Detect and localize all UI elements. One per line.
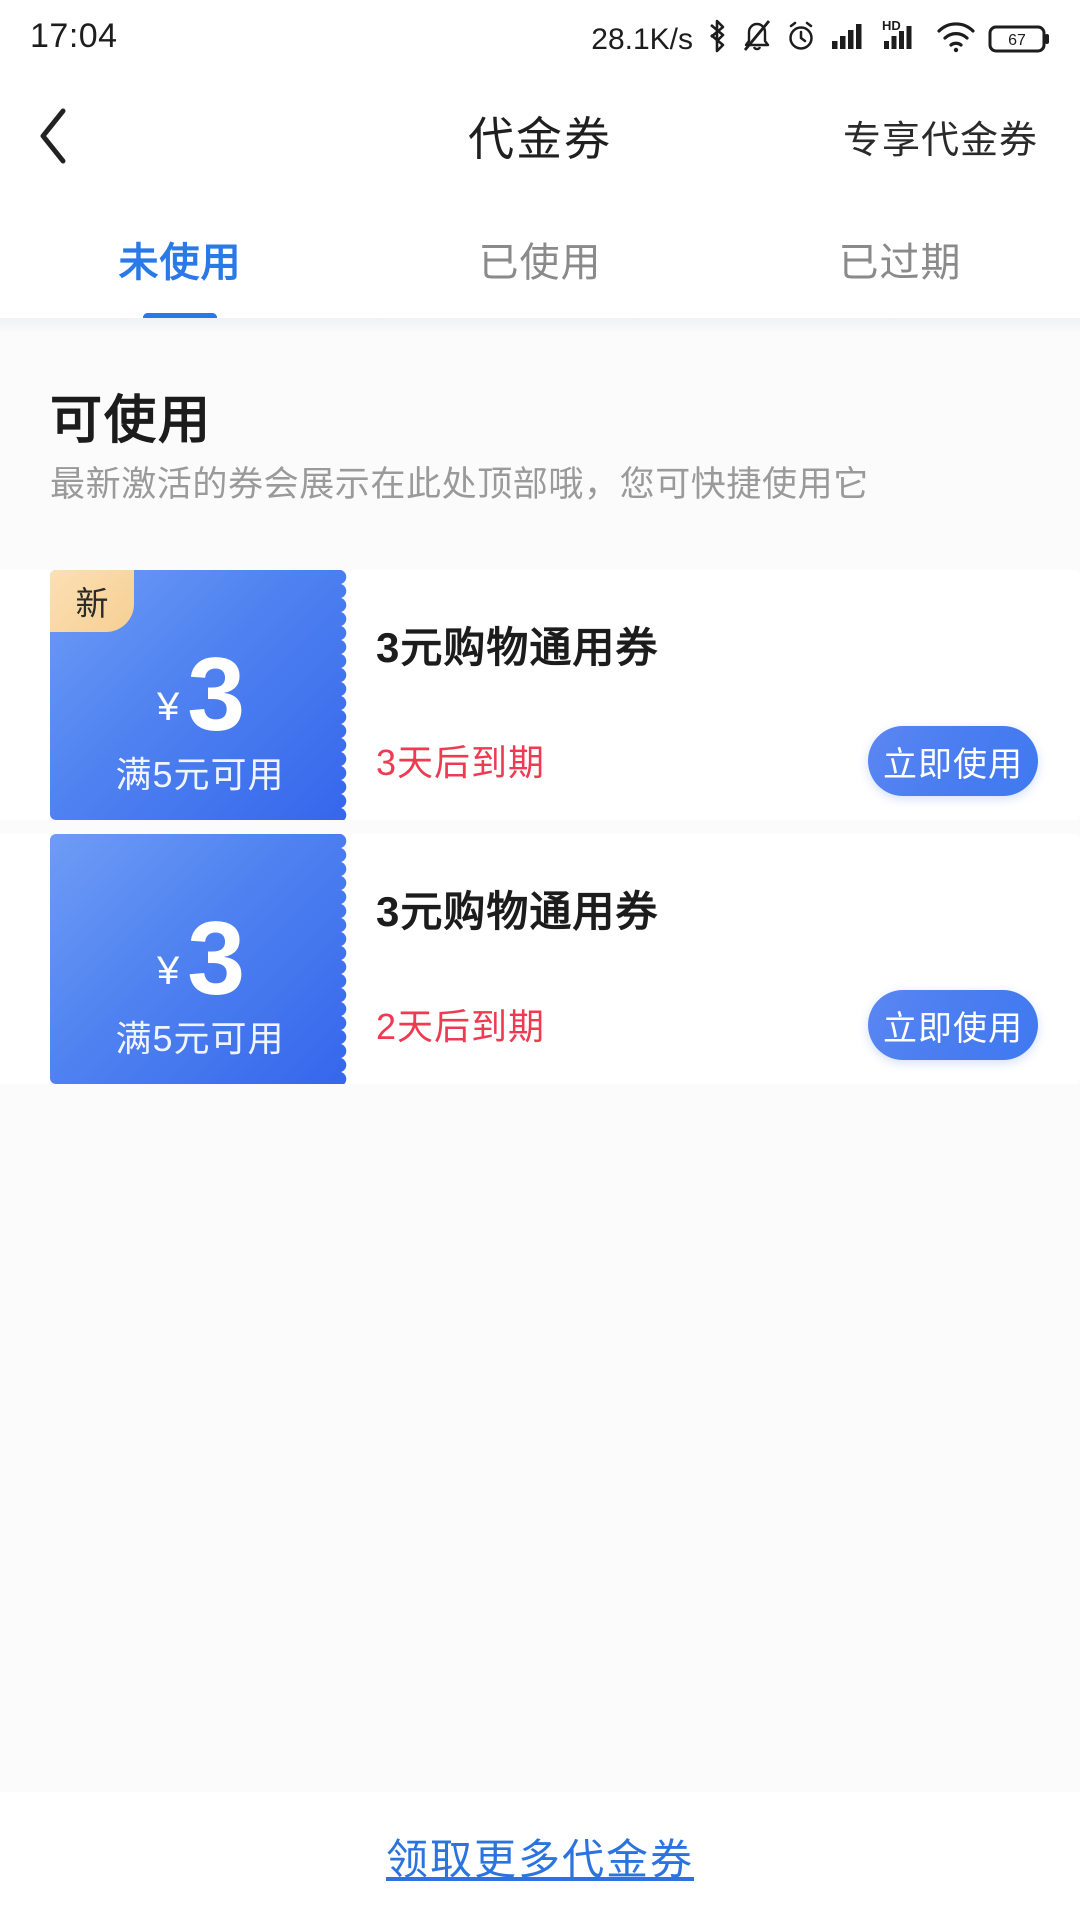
- tabs-divider: [0, 318, 1080, 332]
- currency-symbol: ¥: [156, 684, 180, 729]
- status-bar-clock: 17:04: [30, 16, 118, 55]
- svg-text:HD: HD: [882, 18, 901, 33]
- status-bar-icons: 28.1K/s HD 67: [591, 17, 1052, 55]
- coupon-stub: 新 ¥ 3 满5元可用: [50, 570, 351, 820]
- coupon-expiry: 2天后到期: [376, 1006, 546, 1047]
- coupon-stub: ¥ 3 满5元可用: [50, 834, 351, 1084]
- currency-symbol: ¥: [156, 948, 180, 993]
- battery-icon: 67: [988, 17, 1052, 55]
- get-more-coupons-link[interactable]: 领取更多代金券: [386, 1826, 694, 1887]
- use-now-button[interactable]: 立即使用: [868, 726, 1038, 796]
- coupon-amount: 3: [187, 901, 245, 1017]
- new-badge: 新: [50, 570, 134, 632]
- battery-level-label: 67: [1008, 32, 1026, 49]
- coupon-details: 3元购物通用券 3天后到期 立即使用: [350, 570, 1080, 820]
- tab-used[interactable]: 已使用: [360, 200, 720, 318]
- coupon-title: 3元购物通用券: [376, 624, 659, 671]
- coupon-list: 新 ¥ 3 满5元可用 3元购物通用券 3天后到期 立即使用 ¥ 3 满5元可用…: [0, 570, 1080, 1098]
- coupon-card[interactable]: ¥ 3 满5元可用 3元购物通用券 2天后到期 立即使用: [0, 834, 1080, 1084]
- coupon-title: 3元购物通用券: [376, 888, 659, 935]
- page-footer: 领取更多代金券: [0, 1792, 1080, 1920]
- tab-expired-label: 已过期: [838, 241, 962, 285]
- coupon-condition: 满5元可用: [115, 1018, 285, 1059]
- coupon-amount: 3: [187, 637, 245, 753]
- status-bar: 17:04 28.1K/s HD 67: [0, 0, 1080, 72]
- tab-unused-label: 未使用: [118, 241, 242, 285]
- coupon-condition: 满5元可用: [115, 754, 285, 795]
- page-header: 代金券 专享代金券: [0, 72, 1080, 200]
- tab-used-label: 已使用: [478, 241, 602, 285]
- coupon-details: 3元购物通用券 2天后到期 立即使用: [350, 834, 1080, 1084]
- coupon-page: 17:04 28.1K/s HD 67 代金券 专享代金券 未使用 已使用 已过…: [0, 0, 1080, 1920]
- network-speed-label: 28.1K/s: [591, 23, 693, 56]
- mute-icon: [741, 17, 773, 55]
- wifi-icon: [935, 17, 977, 55]
- hd-signal-icon: HD: [878, 17, 924, 55]
- coupon-content: 可使用 最新激活的券会展示在此处顶部哦，您可快捷使用它 新 ¥ 3 满5元可用 …: [0, 332, 1080, 1792]
- use-now-button[interactable]: 立即使用: [868, 990, 1038, 1060]
- coupon-expiry: 3天后到期: [376, 742, 546, 783]
- tab-expired[interactable]: 已过期: [720, 200, 1080, 318]
- section-description: 最新激活的券会展示在此处顶部哦，您可快捷使用它: [50, 465, 869, 504]
- section-title: 可使用: [50, 392, 213, 450]
- coupon-card[interactable]: 新 ¥ 3 满5元可用 3元购物通用券 3天后到期 立即使用: [0, 570, 1080, 820]
- signal-icon: [829, 17, 867, 55]
- exclusive-coupons-link[interactable]: 专享代金券: [843, 109, 1038, 164]
- alarm-icon: [784, 17, 818, 55]
- bluetooth-icon: [704, 17, 730, 55]
- coupon-status-tabs: 未使用 已使用 已过期: [0, 200, 1080, 322]
- tab-unused[interactable]: 未使用: [0, 200, 360, 322]
